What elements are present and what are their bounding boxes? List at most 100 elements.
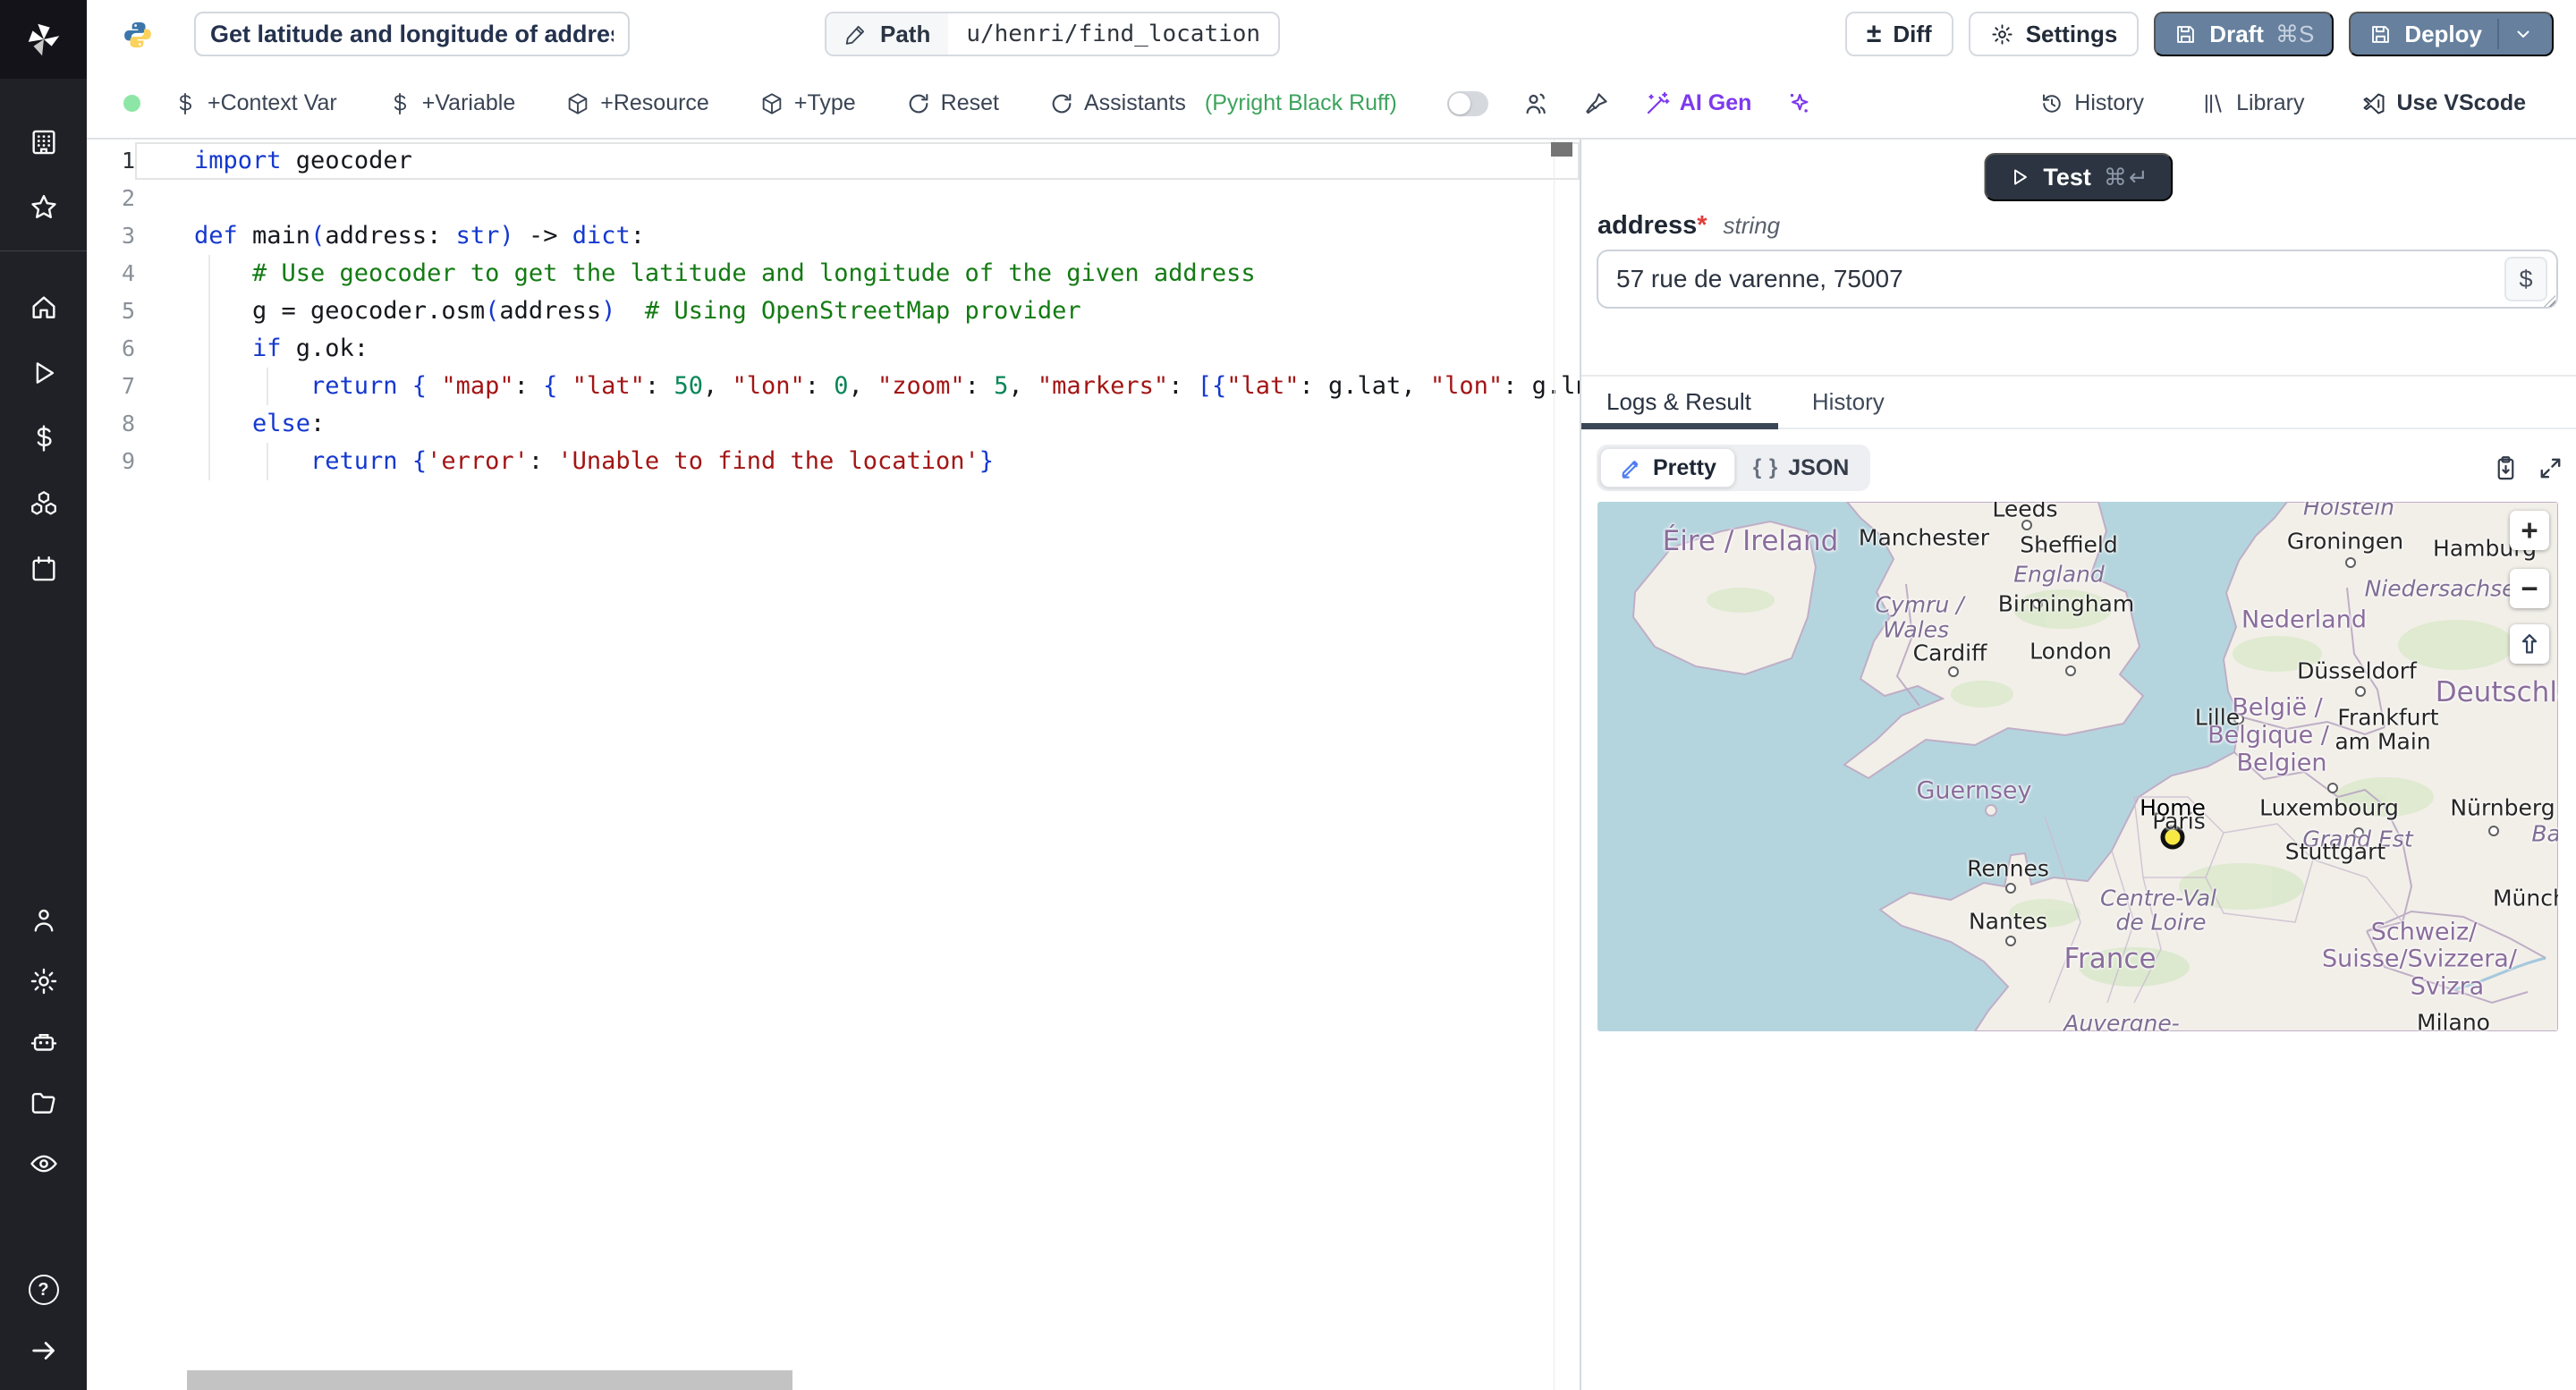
add-context-var-button[interactable]: +Context Var — [173, 90, 337, 116]
insert-variable-button[interactable]: $ — [2504, 257, 2547, 301]
home-marker[interactable] — [2160, 825, 2185, 850]
wand-icon — [1647, 91, 1670, 114]
sidebar-item-schedules[interactable] — [0, 536, 87, 601]
deploy-button[interactable]: Deploy — [2349, 12, 2554, 56]
sidebar-item-settings[interactable] — [0, 951, 87, 1012]
use-vscode-button[interactable]: Use VScode — [2361, 90, 2526, 116]
sidebar-item-variables[interactable] — [0, 405, 87, 470]
sidebar-item-resources[interactable] — [0, 470, 87, 536]
library-icon — [2205, 94, 2222, 113]
view-pretty-button[interactable]: Pretty — [1600, 448, 1735, 487]
test-shortcut: ⌘↵ — [2103, 163, 2150, 191]
map-recenter-button[interactable] — [2510, 624, 2549, 664]
expand-icon[interactable] — [2537, 454, 2564, 482]
sidebar: ? — [0, 0, 87, 1390]
run-panel: Test ⌘↵ address* string $ Logs & Result … — [1580, 140, 2576, 1390]
status-dot — [123, 95, 140, 112]
sidebar-item-audit[interactable] — [0, 1133, 87, 1194]
chevron-down-icon — [2517, 30, 2529, 38]
user-icon — [34, 909, 53, 932]
deploy-dropdown[interactable] — [2497, 19, 2534, 49]
sidebar-item-runs[interactable] — [0, 340, 87, 405]
code-line[interactable]: 1 import geocoder — [87, 142, 1580, 180]
add-variable-button[interactable]: +Variable — [387, 90, 515, 116]
map-zoom-out-button[interactable]: − — [2510, 569, 2549, 608]
line-number: 3 — [121, 223, 135, 249]
package-icon — [762, 92, 782, 114]
save-icon — [2372, 25, 2390, 43]
multiplayer-toggle[interactable] — [1446, 90, 1488, 116]
windmill-logo[interactable] — [0, 0, 87, 79]
map-geography — [1597, 502, 2558, 1031]
topbar: Path u/henri/find_location ± Diff Settin… — [87, 0, 2576, 69]
code-line[interactable]: 6 if g.ok: — [87, 330, 1580, 368]
line-number: 6 — [121, 335, 135, 361]
sidebar-expand-button[interactable] — [0, 1320, 87, 1381]
arg-name-label: address* — [1597, 211, 1707, 240]
brush-icon — [1586, 92, 1607, 114]
code-line[interactable]: 5g = geocoder.osm(address) # Using OpenS… — [87, 292, 1580, 330]
editor-horizontal-scrollbar[interactable] — [187, 1370, 792, 1390]
arg-type-label: string — [1723, 212, 1781, 239]
sidebar-item-help[interactable]: ? — [0, 1259, 87, 1320]
code-line[interactable]: 9 return {'error': 'Unable to find the lo… — [87, 443, 1580, 480]
add-resource-button[interactable]: +Resource — [565, 90, 709, 116]
plus-minus-icon: ± — [1866, 19, 1882, 48]
code-editor[interactable]: 1 import geocoder 2 3 def main(address: str)… — [87, 140, 1580, 1390]
address-input[interactable] — [1597, 250, 2558, 309]
settings-button[interactable]: Settings — [1968, 12, 2140, 56]
sidebar-divider — [0, 250, 87, 251]
pencil-icon — [845, 25, 865, 45]
code-line[interactable]: 7 return { "map": { "lat": 50, "lon": 0, … — [87, 368, 1580, 405]
format-code-button[interactable] — [1583, 90, 1610, 117]
sidebar-item-home[interactable] — [0, 275, 87, 340]
building-icon — [31, 130, 55, 154]
path-value: u/henri/find_location — [966, 21, 1261, 47]
star-icon — [30, 194, 56, 218]
draft-shortcut: ⌘S — [2275, 20, 2315, 47]
tab-history[interactable]: History — [1812, 388, 1885, 416]
test-button[interactable]: Test ⌘↵ — [1984, 153, 2174, 201]
sidebar-item-folders[interactable] — [0, 1072, 87, 1133]
sidebar-item-workspace[interactable] — [0, 109, 87, 174]
ai-sparkles-button[interactable] — [1785, 90, 1812, 117]
tab-logs-result[interactable]: Logs & Result — [1606, 388, 1751, 416]
people-icon — [1526, 93, 1546, 114]
assistants-button[interactable]: Assistants (Pyright Black Ruff) — [1049, 90, 1397, 116]
dollar-icon — [394, 92, 406, 114]
path-label: Path — [880, 20, 931, 47]
copy-clipboard-icon[interactable] — [2492, 454, 2520, 482]
line-number: 7 — [121, 373, 135, 399]
code-line[interactable]: 3 def main(address: str) -> dict: — [87, 217, 1580, 255]
view-json-button[interactable]: { } JSON — [1735, 448, 1867, 487]
code-line[interactable]: 2 — [87, 180, 1580, 217]
sparkles-icon — [1791, 93, 1809, 112]
history-button[interactable]: History — [2039, 90, 2144, 116]
multiplayer-users-button[interactable] — [1522, 90, 1549, 117]
line-number: 1 — [121, 148, 135, 174]
add-type-button[interactable]: +Type — [759, 90, 856, 116]
map-zoom-in-button[interactable]: + — [2510, 511, 2549, 550]
sidebar-item-workers[interactable] — [0, 1012, 87, 1072]
result-map[interactable]: Leeds Holstein Éire / Ireland Manchester She… — [1597, 502, 2558, 1031]
gear-icon — [30, 968, 56, 995]
play-icon — [36, 361, 54, 384]
vscode-icon — [2363, 93, 2385, 114]
code-line[interactable]: 8 else: — [87, 405, 1580, 443]
braces-icon: { } — [1752, 455, 1779, 479]
arrow-right-icon — [31, 1342, 55, 1360]
ai-gen-button[interactable]: AI Gen — [1644, 90, 1751, 117]
sidebar-item-favorites[interactable] — [0, 174, 87, 240]
script-title-input[interactable] — [194, 12, 630, 56]
line-number: 9 — [121, 448, 135, 474]
sidebar-item-user[interactable] — [0, 890, 87, 951]
python-icon — [124, 21, 151, 48]
path-button[interactable]: Path u/henri/find_location — [825, 12, 1281, 56]
draft-button[interactable]: Draft ⌘S — [2154, 12, 2334, 56]
diff-button[interactable]: ± Diff — [1844, 12, 1953, 56]
library-button[interactable]: Library — [2201, 90, 2304, 116]
assistants-detail: (Pyright Black Ruff) — [1204, 90, 1397, 115]
editor-vertical-scrollbar[interactable] — [1551, 142, 1572, 157]
code-line[interactable]: 4 # Use geocoder to get the latitude and … — [87, 255, 1580, 292]
reset-button[interactable]: Reset — [906, 90, 999, 116]
